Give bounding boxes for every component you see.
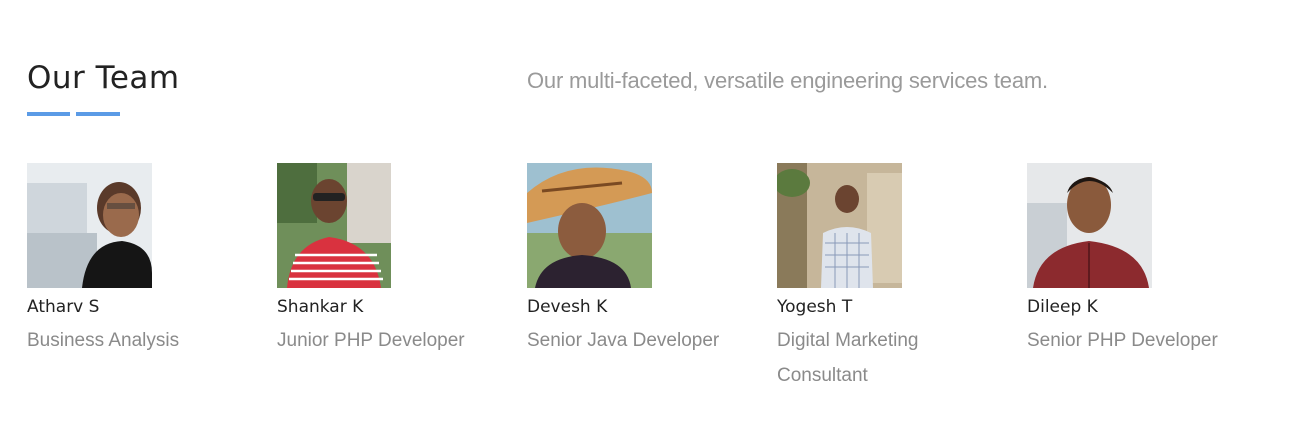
team-member-card: Dileep K Senior PHP Developer xyxy=(1027,163,1247,358)
team-member-card: Atharv S Business Analysis xyxy=(27,163,247,358)
member-role: Digital Marketing Consultant xyxy=(777,330,919,386)
member-photo xyxy=(277,163,391,288)
member-role: Senior Java Developer xyxy=(527,330,720,351)
member-role: Junior PHP Developer xyxy=(277,330,465,351)
team-member-card: Devesh K Senior Java Developer xyxy=(527,163,747,358)
team-member-card: Shankar K Junior PHP Developer xyxy=(277,163,497,358)
member-role: Senior PHP Developer xyxy=(1027,330,1218,351)
member-photo xyxy=(777,163,902,288)
member-photo xyxy=(527,163,652,288)
member-photo xyxy=(1027,163,1152,288)
member-name: Dileep K xyxy=(1027,297,1098,317)
member-name: Atharv S xyxy=(27,297,100,317)
member-name: Yogesh T xyxy=(777,297,853,317)
team-members: Atharv S Business Analysis Shankar K Jun… xyxy=(0,0,1297,427)
member-name: Shankar K xyxy=(277,297,364,317)
team-member-card: Yogesh T Digital Marketing Consultant xyxy=(777,163,997,393)
member-photo xyxy=(27,163,152,288)
member-role: Business Analysis xyxy=(27,330,180,351)
member-name: Devesh K xyxy=(527,297,608,317)
